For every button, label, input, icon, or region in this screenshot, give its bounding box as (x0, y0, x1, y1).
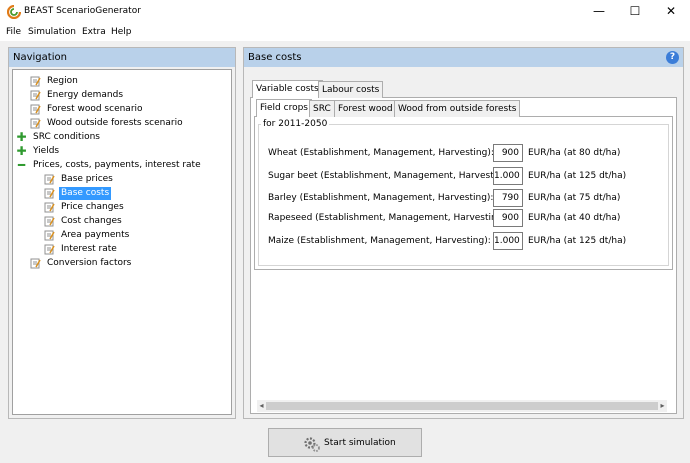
page-edit-icon (44, 174, 55, 185)
tab-variable-costs[interactable]: Variable costs (252, 80, 323, 98)
navigation-tree: Region Energy demands Forest wood scenar… (12, 69, 232, 415)
menu-simulation[interactable]: Simulation (28, 27, 76, 37)
page-edit-icon (44, 230, 55, 241)
tab-forest-wood[interactable]: Forest wood (334, 100, 397, 117)
barley-unit: EUR/ha (at 75 dt/ha) (528, 193, 621, 203)
tree-item-label: Prices, costs, payments, interest rate (33, 160, 201, 170)
tree-item-label: Conversion factors (47, 258, 132, 268)
rapeseed-unit: EUR/ha (at 40 dt/ha) (528, 213, 621, 223)
tree-item-label: Cost changes (61, 216, 122, 226)
start-simulation-button[interactable]: Start simulation (268, 428, 422, 457)
wheat-cost-input[interactable]: 900 (493, 144, 523, 162)
menu-extra[interactable]: Extra (82, 27, 106, 37)
page-edit-icon (30, 104, 41, 115)
title-bar: BEAST ScenarioGenerator — ☐ ✕ (0, 0, 690, 24)
page-edit-icon (44, 202, 55, 213)
app-logo-icon (7, 5, 21, 19)
menu-file[interactable]: File (6, 27, 21, 37)
sugar-beet-label: Sugar beet (Establishment, Management, H… (268, 171, 515, 181)
tree-item-label: SRC conditions (33, 132, 100, 142)
tab-field-crops[interactable]: Field crops (256, 99, 312, 117)
barley-cost-input[interactable]: 790 (493, 189, 523, 207)
page-edit-icon (44, 188, 55, 199)
expand-plus-icon[interactable]: ✚ (16, 145, 27, 157)
panel-title: Base costs (244, 48, 683, 67)
sugar-beet-unit: EUR/ha (at 125 dt/ha) (528, 171, 627, 181)
scroll-right-icon[interactable]: ▸ (658, 400, 667, 412)
page-edit-icon (30, 90, 41, 101)
tree-item-label: Interest rate (61, 244, 117, 254)
tab-labour-costs[interactable]: Labour costs (318, 81, 384, 98)
tree-item-label: Energy demands (47, 90, 124, 100)
page-edit-icon (44, 216, 55, 227)
page-edit-icon (44, 244, 55, 255)
tree-item-label: Base prices (61, 174, 113, 184)
window-title: BEAST ScenarioGenerator (24, 6, 141, 16)
tree-item-label: Price changes (61, 202, 124, 212)
close-button[interactable]: ✕ (648, 0, 690, 24)
menu-help[interactable]: Help (111, 27, 132, 37)
gears-icon (304, 437, 320, 452)
menu-bar: File Simulation Extra Help (0, 24, 690, 42)
sugar-beet-cost-input[interactable]: 1.000 (493, 167, 523, 185)
scroll-left-icon[interactable]: ◂ (257, 400, 266, 412)
wheat-label: Wheat (Establishment, Management, Harves… (268, 148, 494, 158)
tree-item-label-selected: Base costs (59, 187, 112, 200)
barley-label: Barley (Establishment, Management, Harve… (268, 193, 494, 203)
wheat-unit: EUR/ha (at 80 dt/ha) (528, 148, 621, 158)
maize-cost-input[interactable]: 1.000 (493, 232, 523, 250)
rapeseed-label: Rapeseed (Establishment, Management, Har… (268, 213, 509, 223)
rapeseed-cost-input[interactable]: 900 (493, 209, 523, 227)
tree-item-label: Forest wood scenario (47, 104, 143, 114)
page-edit-icon (30, 118, 41, 129)
tree-item-label: Area payments (61, 230, 130, 240)
tab-wood-outside-forests[interactable]: Wood from outside forests (394, 100, 521, 117)
page-edit-icon (30, 258, 41, 269)
tab-src[interactable]: SRC (309, 100, 335, 117)
tree-item-label: Region (47, 76, 78, 86)
scrollbar-thumb[interactable] (266, 402, 658, 410)
maize-unit: EUR/ha (at 125 dt/ha) (528, 236, 627, 246)
maize-label: Maize (Establishment, Management, Harves… (268, 236, 491, 246)
expand-plus-icon[interactable]: ✚ (16, 131, 27, 143)
start-simulation-label: Start simulation (324, 438, 396, 448)
collapse-minus-icon[interactable]: ━ (16, 159, 27, 171)
group-title: for 2011-2050 (261, 119, 330, 129)
tree-item-label: Yields (33, 146, 60, 156)
help-icon[interactable]: ? (666, 51, 679, 64)
tree-item-label: Wood outside forests scenario (47, 118, 183, 128)
horizontal-scrollbar[interactable]: ◂ ▸ (257, 400, 667, 412)
navigation-panel: Navigation Region Energy demands Forest … (8, 47, 236, 419)
page-edit-icon (30, 76, 41, 87)
navigation-title: Navigation (9, 48, 235, 67)
